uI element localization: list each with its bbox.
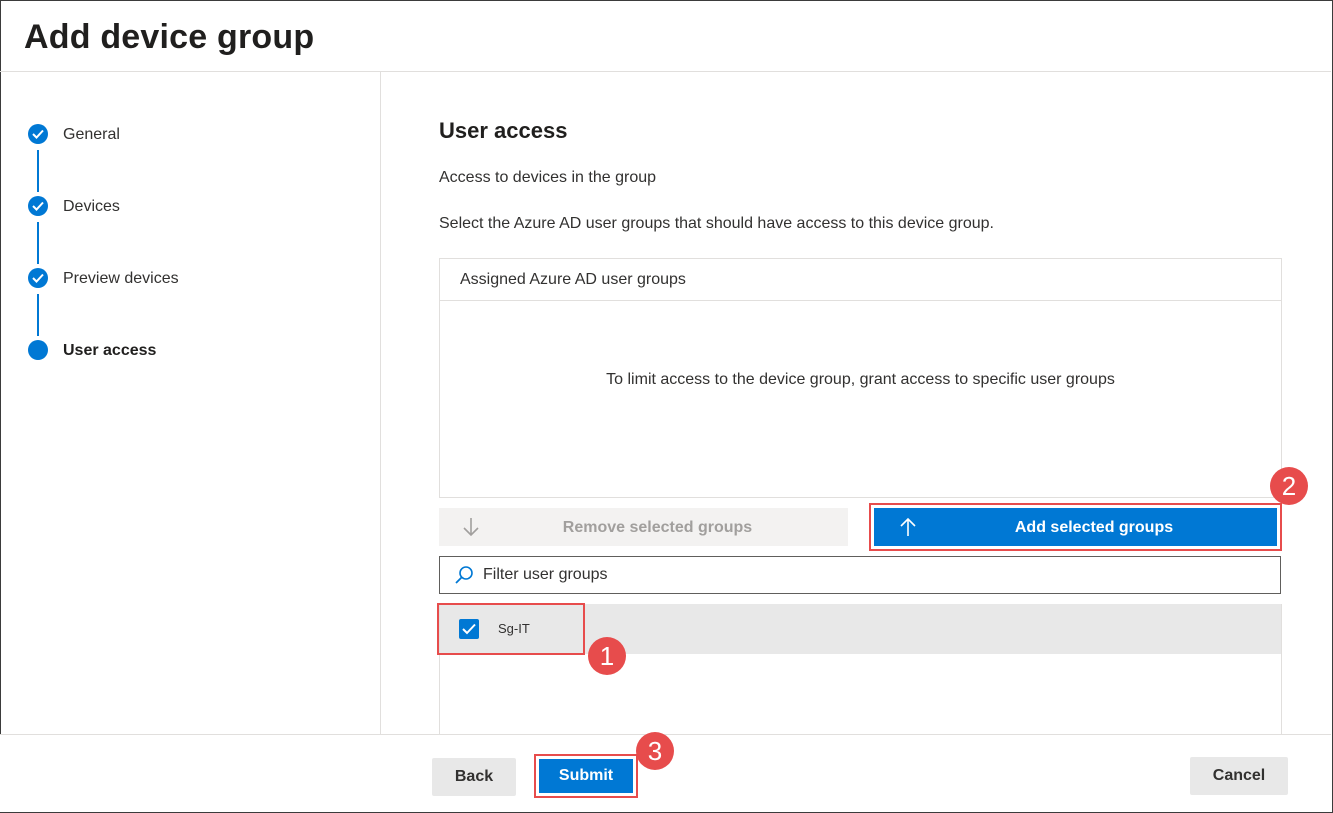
step-label: General bbox=[63, 126, 120, 143]
main-content: User access Access to devices in the gro… bbox=[381, 72, 1331, 734]
annotation-badge-1: 1 bbox=[588, 637, 626, 675]
wizard-steps: General Devices Preview devices User acc… bbox=[0, 72, 381, 734]
add-selected-groups-label: Add selected groups bbox=[1014, 519, 1174, 536]
cancel-button[interactable]: Cancel bbox=[1190, 757, 1288, 795]
section-description: Access to devices in the group bbox=[439, 169, 657, 186]
step-connector bbox=[37, 294, 39, 336]
back-button[interactable]: Back bbox=[432, 758, 516, 796]
remove-selected-groups-button[interactable]: Remove selected groups bbox=[439, 508, 848, 546]
assigned-groups-header: Assigned Azure AD user groups bbox=[440, 259, 1281, 301]
annotation-badge-2: 2 bbox=[1270, 467, 1308, 505]
section-title: User access bbox=[439, 118, 568, 143]
submit-button-label: Submit bbox=[539, 759, 633, 793]
search-icon bbox=[454, 565, 474, 590]
current-step-dot-icon bbox=[28, 340, 48, 360]
add-selected-groups-button[interactable]: Add selected groups bbox=[869, 503, 1282, 551]
section-instructions: Select the Azure AD user groups that sho… bbox=[439, 215, 994, 232]
step-connector bbox=[37, 150, 39, 192]
empty-state-message: To limit access to the device group, gra… bbox=[606, 371, 1115, 388]
user-groups-list: Sg-IT bbox=[437, 603, 1282, 734]
filter-user-groups-input[interactable] bbox=[483, 564, 1263, 586]
remove-selected-groups-label: Remove selected groups bbox=[562, 519, 753, 536]
check-icon bbox=[28, 124, 48, 144]
dialog-header: Add device group bbox=[0, 0, 1331, 72]
list-item[interactable]: Sg-IT bbox=[437, 603, 1281, 655]
annotation-badge-3: 3 bbox=[636, 732, 674, 770]
group-name: Sg-IT bbox=[498, 621, 530, 636]
check-icon bbox=[28, 196, 48, 216]
submit-button[interactable]: Submit bbox=[534, 754, 638, 798]
step-label: User access bbox=[63, 342, 157, 359]
check-icon bbox=[28, 268, 48, 288]
step-label: Preview devices bbox=[63, 270, 179, 287]
assigned-groups-panel: Assigned Azure AD user groups To limit a… bbox=[439, 258, 1282, 498]
step-label: Devices bbox=[63, 198, 120, 215]
step-connector bbox=[37, 222, 39, 264]
row-checkbox[interactable] bbox=[459, 619, 479, 639]
assigned-groups-title: Assigned Azure AD user groups bbox=[460, 271, 686, 288]
page-title: Add device group bbox=[24, 18, 315, 56]
filter-user-groups[interactable] bbox=[439, 556, 1281, 594]
